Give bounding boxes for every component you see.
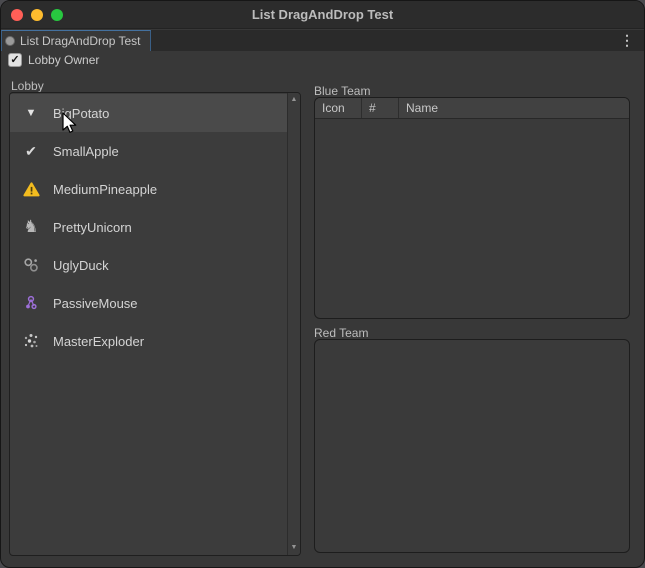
exploder-icon xyxy=(22,332,40,350)
vertical-scrollbar[interactable]: ▲ ▼ xyxy=(287,93,300,555)
titlebar: List DragAndDrop Test xyxy=(1,1,644,29)
check-icon: ✔ xyxy=(22,142,40,160)
unicorn-icon: ♞ xyxy=(22,218,40,236)
red-team-listview xyxy=(314,339,630,553)
tab-list-draganddrop-test[interactable]: List DragAndDrop Test xyxy=(1,30,151,51)
traffic-lights xyxy=(11,9,63,21)
list-item[interactable]: PassiveMouse xyxy=(10,284,287,322)
column-header-icon[interactable]: Icon xyxy=(315,98,362,118)
warning-icon xyxy=(22,180,40,198)
mouse-icon xyxy=(22,294,40,312)
minimize-button[interactable] xyxy=(31,9,43,21)
list-item[interactable]: UglyDuck xyxy=(10,246,287,284)
app-window: List DragAndDrop Test List DragAndDrop T… xyxy=(0,0,645,568)
list-item[interactable]: ✔ SmallApple xyxy=(10,132,287,170)
blue-team-label: Blue Team xyxy=(314,84,370,98)
lobby-owner-checkbox[interactable]: ✓ xyxy=(8,53,22,67)
kebab-menu-icon[interactable]: ⋮ xyxy=(620,32,634,48)
duck-icon xyxy=(22,256,40,274)
zoom-button[interactable] xyxy=(51,9,63,21)
list-item-label: BigPotato xyxy=(53,106,109,121)
list-item-label: MasterExploder xyxy=(53,334,144,349)
lobby-panel-label: Lobby xyxy=(11,79,44,93)
tab-bar: List DragAndDrop Test ⋮ xyxy=(1,30,644,51)
column-header-name[interactable]: Name xyxy=(399,98,629,118)
scroll-down-icon[interactable]: ▼ xyxy=(288,543,300,553)
red-team-label: Red Team xyxy=(314,326,368,340)
foldout-icon: ▼ xyxy=(22,104,40,122)
list-item-label: MediumPineapple xyxy=(53,182,157,197)
window-title: List DragAndDrop Test xyxy=(252,7,393,22)
list-item-label: PassiveMouse xyxy=(53,296,138,311)
list-item[interactable]: MasterExploder xyxy=(10,322,287,360)
lobby-owner-toggle: ✓ Lobby Owner xyxy=(8,53,99,67)
lobby-owner-label: Lobby Owner xyxy=(28,53,99,67)
blue-team-header: Icon # Name xyxy=(315,98,629,119)
list-item-label: PrettyUnicorn xyxy=(53,220,132,235)
list-item[interactable]: ♞ PrettyUnicorn xyxy=(10,208,287,246)
list-item[interactable]: ▼ BigPotato xyxy=(10,94,287,132)
tab-label: List DragAndDrop Test xyxy=(20,34,141,48)
blue-team-listview: Icon # Name xyxy=(314,97,630,319)
column-header-number[interactable]: # xyxy=(362,98,399,118)
close-button[interactable] xyxy=(11,9,23,21)
lobby-listview: ▼ BigPotato ✔ SmallApple MediumPineapple xyxy=(9,92,301,556)
tab-pane-icon xyxy=(5,36,15,46)
scroll-up-icon[interactable]: ▲ xyxy=(288,95,300,105)
list-item[interactable]: MediumPineapple xyxy=(10,170,287,208)
lobby-list-items: ▼ BigPotato ✔ SmallApple MediumPineapple xyxy=(10,94,287,360)
list-item-label: UglyDuck xyxy=(53,258,109,273)
list-item-label: SmallApple xyxy=(53,144,119,159)
